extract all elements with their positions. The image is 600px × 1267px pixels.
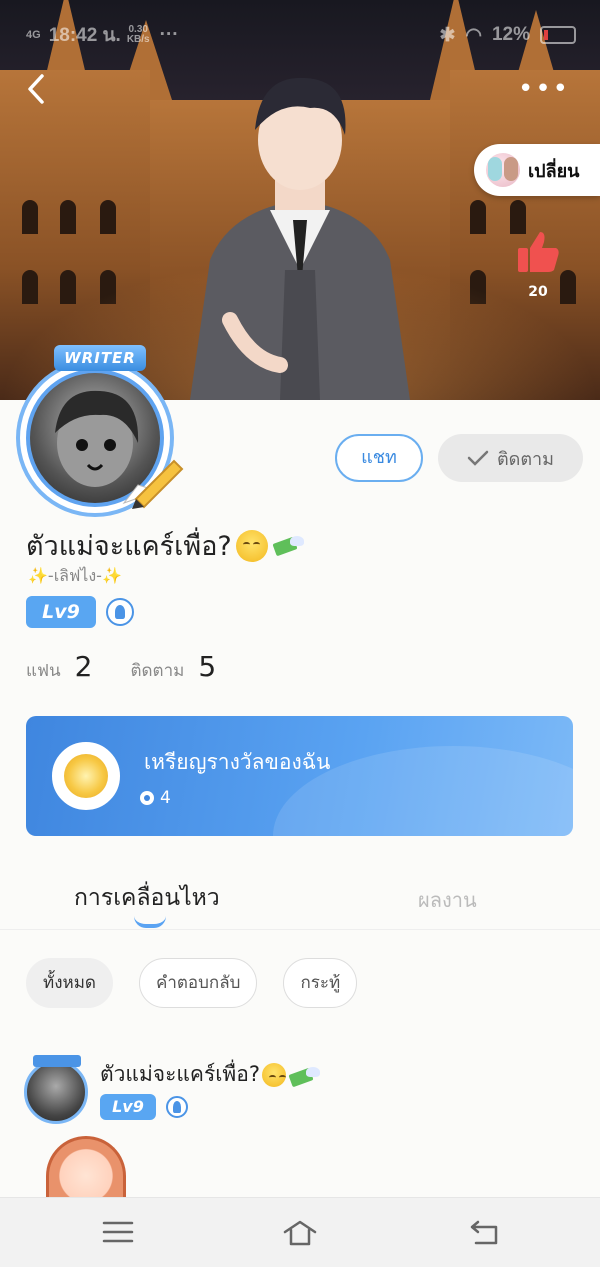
- like-button[interactable]: 20: [514, 228, 562, 308]
- medal-card[interactable]: เหรียญรางวัลของฉัน 4: [26, 716, 573, 836]
- sparkles-icon: ✨: [101, 566, 122, 585]
- following-label[interactable]: ติดตาม: [130, 657, 184, 684]
- tab-activity[interactable]: การเคลื่อนไหว: [74, 880, 220, 916]
- follow-button[interactable]: ติดตาม: [438, 434, 583, 482]
- level-badge: Lv9: [100, 1094, 156, 1120]
- badge-row: Lv9: [26, 596, 134, 628]
- post-author: ตัวแม่จะแคร์เพื่อ?: [100, 1058, 321, 1091]
- profile-banner: 4G 18:42 น. 0.30 KB/s ··· ✱ ◠ 12% ••• เปล…: [0, 0, 600, 400]
- wifi-icon: ◠: [465, 24, 482, 46]
- medal-icon: [52, 742, 120, 810]
- post-avatar[interactable]: [24, 1055, 88, 1124]
- character-illustration: [190, 77, 410, 400]
- menu-icon[interactable]: [100, 1216, 136, 1248]
- writer-badge-icon: [166, 1096, 188, 1118]
- profile-bio: ✨-เลิฟไง-✨: [28, 566, 122, 585]
- notification-dots: ···: [159, 24, 179, 45]
- tab-indicator: [134, 916, 166, 928]
- system-navbar: [0, 1197, 600, 1267]
- battery-percent: 12%: [491, 24, 530, 45]
- more-dots-icon[interactable]: •••: [518, 76, 570, 102]
- like-count: 20: [528, 284, 548, 300]
- tab-bar: การเคลื่อนไหว ผลงาน: [0, 864, 600, 930]
- profile-stats: แฟน 2 ติดตาม 5: [26, 650, 254, 684]
- pen-icon: [122, 459, 184, 509]
- filter-threads[interactable]: กระทู้: [283, 958, 358, 1008]
- status-bar: 4G 18:42 น. 0.30 KB/s ··· ✱ ◠ 12%: [0, 0, 600, 56]
- filter-chips: ทั้งหมด คำตอบกลับ กระทู้: [26, 958, 358, 1008]
- filter-all[interactable]: ทั้งหมด: [26, 958, 113, 1008]
- follow-label: ติดตาม: [496, 448, 555, 470]
- money-wings-icon: [288, 1065, 321, 1085]
- network-speed: 0.30 KB/s: [126, 24, 150, 45]
- thumbs-up-icon: [518, 232, 559, 272]
- sticker-image: [46, 1136, 126, 1206]
- relieved-face-icon: [262, 1062, 287, 1087]
- sparkles-icon: ✨: [28, 566, 48, 585]
- chat-button[interactable]: แชท: [335, 434, 423, 482]
- medal-title: เหรียญรางวัลของฉัน: [144, 750, 331, 774]
- filter-replies[interactable]: คำตอบกลับ: [138, 958, 258, 1008]
- level-badge[interactable]: Lv9: [26, 596, 96, 628]
- character-thumb: [486, 153, 520, 187]
- fans-count[interactable]: 2: [75, 650, 93, 683]
- writer-badge-icon[interactable]: [106, 598, 134, 626]
- home-icon[interactable]: [282, 1216, 318, 1248]
- check-icon: [467, 450, 489, 466]
- medal-count: 4: [140, 788, 171, 808]
- medal-count-icon: [140, 791, 154, 805]
- bluetooth-icon: ✱: [439, 24, 456, 46]
- fans-label[interactable]: แฟน: [26, 657, 61, 684]
- signal-indicator: 4G: [26, 29, 41, 41]
- writer-tag: WRITER: [54, 345, 146, 371]
- switch-character-button[interactable]: เปลี่ยน: [474, 144, 600, 196]
- return-icon[interactable]: [466, 1216, 502, 1248]
- money-wings-icon: [272, 534, 306, 558]
- profile-avatar[interactable]: WRITER: [8, 345, 188, 515]
- relieved-face-icon: [235, 529, 268, 562]
- post-badges: Lv9: [100, 1094, 188, 1120]
- switch-label: เปลี่ยน: [528, 160, 580, 182]
- profile-name: ตัวแม่จะแคร์เพื่อ?: [26, 524, 306, 567]
- battery-icon: [540, 26, 576, 44]
- tab-works[interactable]: ผลงาน: [418, 884, 477, 916]
- back-arrow-icon[interactable]: [24, 72, 54, 106]
- following-count[interactable]: 5: [198, 650, 216, 683]
- clock: 18:42 น.: [48, 25, 121, 46]
